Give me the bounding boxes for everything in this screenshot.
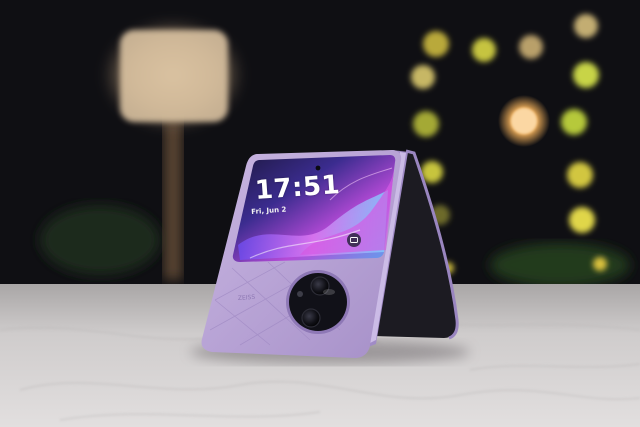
bokeh-light	[413, 111, 439, 137]
bokeh-light	[574, 14, 598, 38]
cover-screen-clock: 17:51	[254, 170, 342, 206]
camera-reflection	[323, 289, 335, 295]
lamp-shade	[120, 30, 228, 122]
camera-flash	[297, 291, 303, 297]
bokeh-light	[593, 257, 607, 271]
bokeh-light	[561, 109, 587, 135]
camera-shortcut-icon	[347, 233, 361, 247]
blurred-plant-left	[40, 205, 160, 275]
bokeh-light	[423, 31, 449, 57]
bokeh-light	[472, 38, 496, 62]
bokeh-light	[569, 207, 595, 233]
bokeh-light	[573, 62, 599, 88]
photo-scene: ZEISS 17:51 Fri, Jun 2	[0, 0, 640, 427]
blurred-plant-right	[490, 243, 630, 287]
bokeh-light	[411, 65, 435, 89]
lamp-stand	[164, 120, 182, 280]
front-camera	[315, 165, 321, 171]
phone-brand-mark: ZEISS	[238, 294, 256, 302]
bokeh-light	[567, 162, 593, 188]
scene-graphics: ZEISS	[0, 0, 640, 427]
camera-lens-bottom	[301, 308, 321, 328]
bokeh-light	[519, 35, 543, 59]
bokeh-bulb-core	[511, 108, 537, 134]
